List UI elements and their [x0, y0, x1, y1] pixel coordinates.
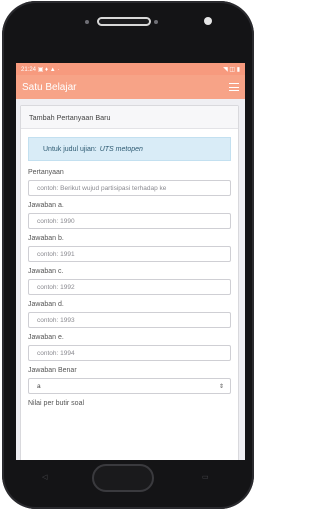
answer-d-input[interactable]: contoh: 1993 [28, 312, 231, 328]
exam-title: UTS metopen [99, 145, 143, 153]
card-title: Tambah Pertanyaan Baru [21, 106, 238, 129]
answer-c-input[interactable]: contoh: 1992 [28, 279, 231, 295]
phone-frame: 21:24 ▣ ♦ ▲ · ◥ ◫ ▮ Satu Belajar Tambah … [2, 1, 254, 509]
home-button[interactable] [92, 464, 154, 492]
info-prefix: Untuk judul ujian: [43, 145, 97, 153]
exam-info-alert: Untuk judul ujian: UTS metopen [28, 137, 231, 161]
sensor-dot [85, 20, 89, 24]
correct-answer-select[interactable]: a ⇕ [28, 378, 231, 394]
answer-b-label: Jawaban b. [28, 235, 64, 242]
status-time-and-icons: 21:24 ▣ ♦ ▲ · [21, 66, 59, 73]
status-left-icons: ▣ ♦ ▲ · [37, 66, 60, 73]
recent-softkey-icon[interactable]: ▭ [202, 473, 209, 481]
status-time: 21:24 [21, 66, 37, 73]
correct-answer-value: a [37, 382, 41, 390]
answer-d-label: Jawaban d. [28, 301, 64, 308]
answer-a-label: Jawaban a. [28, 202, 64, 209]
answer-c-label: Jawaban c. [28, 268, 64, 275]
answer-e-input[interactable]: contoh: 1994 [28, 345, 231, 361]
front-camera-icon [204, 17, 212, 25]
answer-a-input[interactable]: contoh: 1990 [28, 213, 231, 229]
app-title: Satu Belajar [22, 81, 77, 93]
question-input[interactable]: contoh: Berikut wujud partisipasi terhad… [28, 180, 231, 196]
app-screen: 21:24 ▣ ♦ ▲ · ◥ ◫ ▮ Satu Belajar Tambah … [16, 63, 245, 460]
answer-e-label: Jawaban e. [28, 334, 64, 341]
select-caret-icon: ⇕ [218, 383, 224, 390]
status-bar: 21:24 ▣ ♦ ▲ · ◥ ◫ ▮ [16, 63, 245, 75]
question-label: Pertanyaan [28, 169, 64, 176]
hamburger-menu-icon[interactable] [229, 83, 239, 91]
back-softkey-icon[interactable]: ◁ [42, 473, 47, 481]
add-question-card: Tambah Pertanyaan Baru Untuk judul ujian… [20, 105, 239, 460]
status-right-icons: ◥ ◫ ▮ [223, 66, 240, 73]
earpiece-speaker [85, 17, 158, 26]
app-bar: Satu Belajar [16, 75, 245, 99]
correct-answer-label: Jawaban Benar [28, 367, 77, 374]
sensor-dot [154, 20, 158, 24]
score-label: Nilai per butir soal [28, 400, 85, 407]
answer-b-input[interactable]: contoh: 1991 [28, 246, 231, 262]
